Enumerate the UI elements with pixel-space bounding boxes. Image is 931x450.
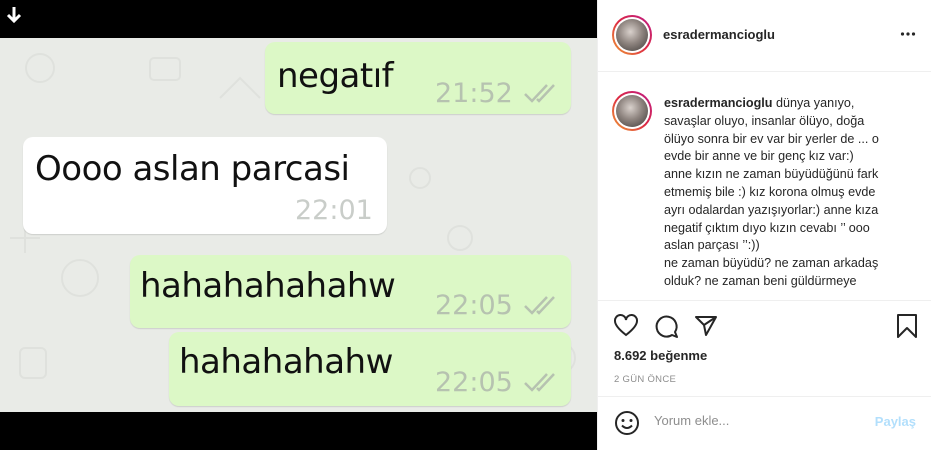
more-options-icon[interactable]	[900, 26, 916, 42]
caption-line: etmemiş bile :) kız korona olmuş evde	[664, 184, 876, 199]
chat-bubble-incoming: Oooo aslan parcasi 22:01	[23, 137, 387, 234]
caption-line: ayrı odalardan yazışıyorlar:) anne kıza	[664, 202, 879, 217]
message-time: 21:52	[435, 78, 513, 109]
message-text: negatıf	[277, 56, 394, 96]
message-time: 22:05	[435, 367, 513, 398]
caption-line: savaşlar oluyo, insanlar ölüyo, doğa	[664, 113, 865, 128]
avatar[interactable]	[612, 15, 652, 55]
chat-bubble-outgoing: negatıf 21:52	[265, 42, 571, 114]
chat-screenshot: negatıf 21:52 Oooo aslan parcasi 22:01 h…	[0, 38, 597, 412]
comment-bar: Yorum ekle... Paylaş	[598, 396, 931, 450]
download-arrow-icon[interactable]	[6, 6, 22, 24]
post-header: esradermancioglu	[598, 0, 931, 72]
message-time: 22:05	[435, 290, 513, 321]
post-comment-button[interactable]: Paylaş	[875, 414, 916, 429]
share-icon[interactable]	[693, 313, 719, 339]
double-check-icon	[524, 373, 555, 392]
caption-avatar[interactable]	[612, 91, 652, 131]
caption-username[interactable]: esradermancioglu	[664, 96, 773, 110]
caption-line: evde bir anne ve bir genç kız var:)	[664, 149, 854, 164]
caption-line: ölüyo sonra bir ev var bir yerler de ...…	[664, 131, 879, 146]
caption-line: ne zaman büyüdü? ne zaman arkadaş	[664, 256, 879, 271]
comment-input[interactable]: Yorum ekle...	[654, 413, 729, 428]
chat-bubble-outgoing: hahahahahahw 22:05	[130, 255, 571, 328]
likes-count[interactable]: 8.692 beğenme	[614, 348, 707, 363]
message-text: hahahahahahw	[140, 266, 396, 306]
caption-line: esradermancioglu dünya yanıyo,	[664, 96, 855, 110]
caption-line: olduk? ne zaman beni güldürmeye	[664, 273, 857, 288]
bookmark-icon[interactable]	[894, 313, 920, 339]
message-text: Oooo aslan parcasi	[35, 149, 350, 189]
post-media[interactable]: negatıf 21:52 Oooo aslan parcasi 22:01 h…	[0, 0, 597, 450]
emoji-icon[interactable]	[614, 410, 640, 436]
comment-icon[interactable]	[653, 313, 679, 339]
message-text: hahahahahw	[179, 342, 393, 382]
caption-line: negatif çıktım dıyo kızın cevabı ’’ ooo	[664, 220, 870, 235]
chat-bubble-outgoing: hahahahahw 22:05	[169, 332, 571, 406]
header-username[interactable]: esradermancioglu	[663, 27, 775, 42]
caption-line: aslan parçası ’’:))	[664, 238, 760, 253]
double-check-icon	[524, 84, 555, 103]
caption-line: anne kızın ne zaman büyüdüğünü fark	[664, 167, 879, 182]
post-timestamp[interactable]: 2 GÜN ÖNCE	[614, 374, 676, 385]
post-sidebar: esradermancioglu esradermancioglu dünya …	[597, 0, 931, 450]
heart-icon[interactable]	[613, 313, 639, 339]
message-time: 22:01	[295, 195, 373, 226]
double-check-icon	[524, 296, 555, 315]
post-caption: esradermancioglu dünya yanıyo, savaşlar …	[664, 95, 914, 291]
